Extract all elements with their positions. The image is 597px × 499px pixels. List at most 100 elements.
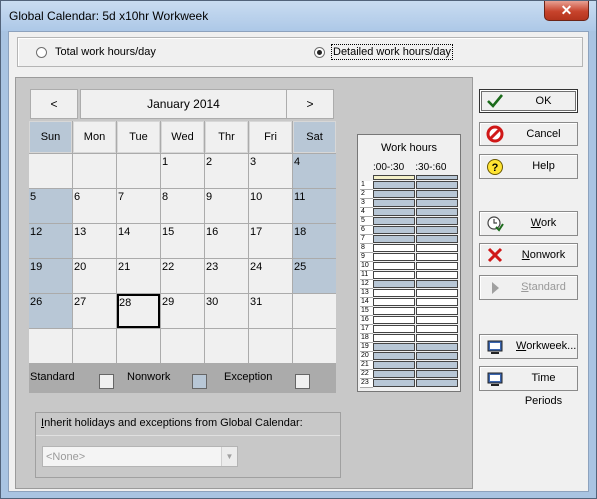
calendar-day-18[interactable]: 18 (293, 224, 336, 258)
hour-slot[interactable] (416, 325, 458, 333)
calendar-day-8[interactable]: 8 (161, 189, 204, 223)
calendar-day-17[interactable]: 17 (249, 224, 292, 258)
calendar-day-4[interactable]: 4 (293, 154, 336, 188)
hour-slot[interactable] (416, 175, 458, 180)
time-periods-button[interactable]: Time Periods (479, 366, 578, 407)
hour-slot[interactable] (373, 271, 415, 279)
title-bar[interactable]: Global Calendar: 5d x10hr Workweek ✕ (1, 1, 596, 31)
hour-slot[interactable] (373, 379, 415, 387)
hour-slot[interactable] (373, 208, 415, 216)
hour-slot[interactable] (373, 316, 415, 324)
hour-slot[interactable] (416, 181, 458, 189)
calendar-day-12[interactable]: 12 (29, 224, 72, 258)
workweek-label-rest: orkweek... (526, 340, 577, 352)
detailed-hours-label[interactable]: Detailed work hours/day (330, 44, 454, 60)
calendar-day-25[interactable]: 25 (293, 259, 336, 293)
calendar-day-3[interactable]: 3 (249, 154, 292, 188)
prev-month-button[interactable]: < (30, 89, 78, 119)
calendar-day-23[interactable]: 23 (205, 259, 248, 293)
hour-slot[interactable] (373, 343, 415, 351)
calendar-day-5[interactable]: 5 (29, 189, 72, 223)
standard-button[interactable]: Standard (479, 275, 578, 300)
hour-slot[interactable] (373, 199, 415, 207)
monitor-icon (487, 340, 503, 354)
hour-slot[interactable] (373, 352, 415, 360)
hour-slot[interactable] (416, 280, 458, 288)
calendar-day-30[interactable]: 30 (205, 294, 248, 328)
calendar-day-6[interactable]: 6 (73, 189, 116, 223)
hour-slot[interactable] (373, 190, 415, 198)
close-button[interactable]: ✕ (544, 1, 589, 21)
hour-slot[interactable] (416, 361, 458, 369)
calendar-day-11[interactable]: 11 (293, 189, 336, 223)
hour-slot[interactable] (416, 262, 458, 270)
hour-slot[interactable] (373, 280, 415, 288)
hour-slot[interactable] (373, 244, 415, 252)
hour-slot[interactable] (416, 244, 458, 252)
calendar-day-14[interactable]: 14 (117, 224, 160, 258)
hour-slot[interactable] (373, 235, 415, 243)
calendar-day-13[interactable]: 13 (73, 224, 116, 258)
hour-slot[interactable] (373, 334, 415, 342)
calendar-day-16[interactable]: 16 (205, 224, 248, 258)
hour-slot[interactable] (416, 316, 458, 324)
hour-slot[interactable] (373, 361, 415, 369)
hour-slot[interactable] (416, 226, 458, 234)
calendar-day-22[interactable]: 22 (161, 259, 204, 293)
hour-slot[interactable] (373, 307, 415, 315)
hour-slot[interactable] (416, 253, 458, 261)
hour-slot[interactable] (373, 262, 415, 270)
hour-slot[interactable] (416, 235, 458, 243)
detailed-hours-radio[interactable] (314, 47, 325, 58)
calendar-day-7[interactable]: 7 (117, 189, 160, 223)
workweek-button[interactable]: Workweek... (479, 334, 578, 359)
next-month-button[interactable]: > (286, 89, 334, 119)
help-button[interactable]: ? Help (479, 154, 578, 179)
hour-label: 10 (360, 262, 373, 271)
hour-slot[interactable] (416, 271, 458, 279)
calendar-day-20[interactable]: 20 (73, 259, 116, 293)
total-hours-label[interactable]: Total work hours/day (55, 46, 156, 58)
calendar-day-10[interactable]: 10 (249, 189, 292, 223)
hour-slot[interactable] (416, 208, 458, 216)
hour-slot[interactable] (373, 226, 415, 234)
work-button[interactable]: Work (479, 211, 578, 236)
hour-slot[interactable] (373, 217, 415, 225)
hour-slot[interactable] (416, 298, 458, 306)
hour-slot[interactable] (416, 379, 458, 387)
calendar-day-27[interactable]: 27 (73, 294, 116, 328)
hour-slot-current[interactable] (373, 175, 415, 180)
hour-slot[interactable] (416, 199, 458, 207)
hour-slot[interactable] (416, 217, 458, 225)
calendar-day-2[interactable]: 2 (205, 154, 248, 188)
nonwork-button[interactable]: Nonwork (479, 243, 578, 267)
cancel-button[interactable]: Cancel (479, 122, 578, 146)
hour-slot[interactable] (416, 289, 458, 297)
calendar-day-1[interactable]: 1 (161, 154, 204, 188)
hour-slot[interactable] (373, 289, 415, 297)
hour-slot[interactable] (416, 334, 458, 342)
hour-slot[interactable] (416, 343, 458, 351)
hour-slot[interactable] (416, 190, 458, 198)
calendar-day-9[interactable]: 9 (205, 189, 248, 223)
calendar-day-24[interactable]: 24 (249, 259, 292, 293)
hour-slot[interactable] (416, 370, 458, 378)
calendar-day-26[interactable]: 26 (29, 294, 72, 328)
chevron-down-icon[interactable]: ▼ (221, 447, 237, 466)
total-hours-radio[interactable] (36, 47, 47, 58)
calendar-day-28[interactable]: 28 (117, 294, 160, 328)
calendar-day-15[interactable]: 15 (161, 224, 204, 258)
calendar-day-29[interactable]: 29 (161, 294, 204, 328)
hour-slot[interactable] (373, 298, 415, 306)
calendar-day-31[interactable]: 31 (249, 294, 292, 328)
ok-button[interactable]: OK (479, 89, 578, 113)
hour-slot[interactable] (416, 352, 458, 360)
calendar-day-19[interactable]: 19 (29, 259, 72, 293)
calendar-day-21[interactable]: 21 (117, 259, 160, 293)
hour-slot[interactable] (416, 307, 458, 315)
hour-slot[interactable] (373, 325, 415, 333)
hour-slot[interactable] (373, 181, 415, 189)
hour-slot[interactable] (373, 370, 415, 378)
inherit-calendar-select[interactable]: <None> ▼ (42, 446, 238, 467)
hour-slot[interactable] (373, 253, 415, 261)
